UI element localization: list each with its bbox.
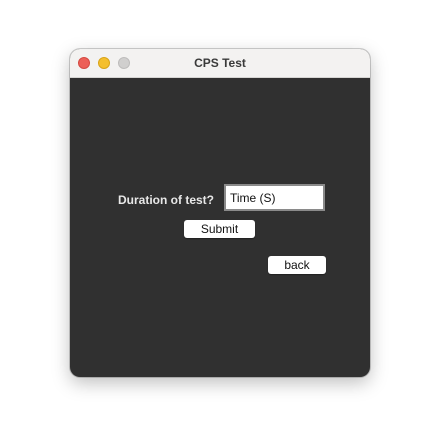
app-window: CPS Test Duration of test? Submit back	[70, 49, 370, 377]
back-button[interactable]: back	[268, 256, 326, 274]
submit-button[interactable]: Submit	[184, 220, 255, 238]
duration-input[interactable]	[224, 184, 325, 211]
duration-label: Duration of test?	[118, 193, 214, 207]
title-bar[interactable]: CPS Test	[70, 49, 370, 78]
window-title: CPS Test	[194, 56, 246, 70]
window-content: Duration of test? Submit back	[70, 78, 370, 377]
